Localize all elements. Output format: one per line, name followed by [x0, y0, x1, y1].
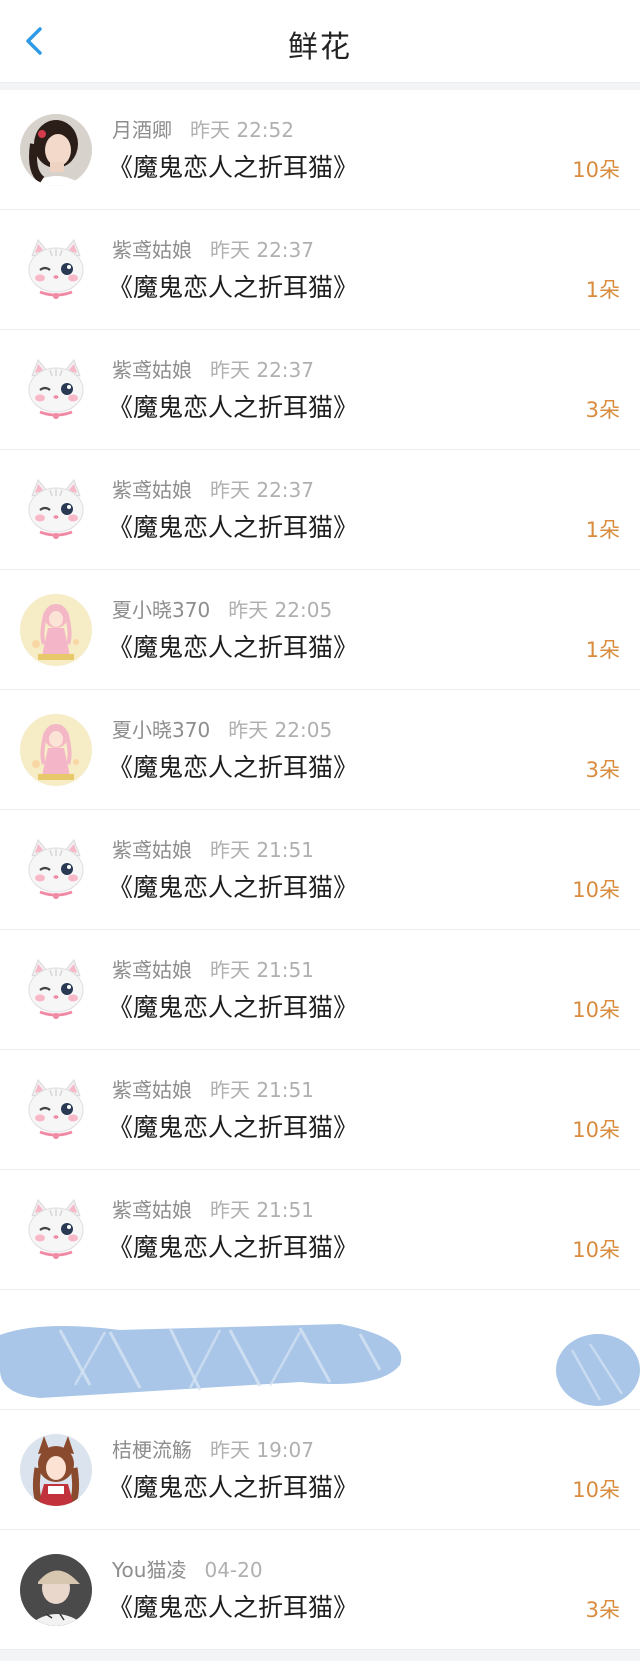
- item-meta: 紫鸢姑娘 昨天 22:37: [112, 474, 314, 503]
- flower-count: 3朵: [585, 758, 620, 782]
- page-title: 鲜花: [288, 30, 352, 65]
- timestamp: 昨天 19:07: [210, 1438, 314, 1462]
- flower-count: 10朵: [572, 158, 620, 182]
- user-name[interactable]: 紫鸢姑娘: [112, 1198, 192, 1222]
- list-item[interactable]: You猫凌 04-20 《魔鬼恋人之折耳猫》 3朵: [0, 1530, 640, 1650]
- list-item[interactable]: 紫鸢姑娘 昨天 22:37 《魔鬼恋人之折耳猫》 1朵: [0, 450, 640, 570]
- redacted-row: [0, 1290, 640, 1410]
- user-name[interactable]: 紫鸢姑娘: [112, 478, 192, 502]
- book-title: 《魔鬼恋人之折耳猫》: [108, 993, 359, 1022]
- avatar[interactable]: [20, 834, 92, 906]
- avatar[interactable]: [20, 1434, 92, 1506]
- user-name[interactable]: 紫鸢姑娘: [112, 1078, 192, 1102]
- item-meta: 紫鸢姑娘 昨天 21:51: [112, 834, 314, 863]
- item-meta: 夏小晓370 昨天 22:05: [112, 594, 332, 623]
- flower-count: 1朵: [585, 278, 620, 302]
- flower-count: 10朵: [572, 998, 620, 1022]
- item-meta: 紫鸢姑娘 昨天 22:37: [112, 354, 314, 383]
- timestamp: 昨天 22:37: [210, 238, 314, 262]
- item-meta: 月酒卿 昨天 22:52: [112, 114, 294, 143]
- book-title: 《魔鬼恋人之折耳猫》: [108, 753, 359, 782]
- avatar[interactable]: [20, 594, 92, 666]
- book-title: 《魔鬼恋人之折耳猫》: [108, 1233, 359, 1262]
- timestamp: 昨天 22:37: [210, 358, 314, 382]
- list-item[interactable]: 紫鸢姑娘 昨天 21:51 《魔鬼恋人之折耳猫》 10朵: [0, 810, 640, 930]
- book-title: 《魔鬼恋人之折耳猫》: [108, 153, 359, 182]
- user-name[interactable]: 紫鸢姑娘: [112, 358, 192, 382]
- list-item[interactable]: 紫鸢姑娘 昨天 21:51 《魔鬼恋人之折耳猫》 10朵: [0, 930, 640, 1050]
- book-title: 《魔鬼恋人之折耳猫》: [108, 873, 359, 902]
- book-title: 《魔鬼恋人之折耳猫》: [108, 513, 359, 542]
- avatar[interactable]: [20, 234, 92, 306]
- avatar[interactable]: [20, 714, 92, 786]
- user-name[interactable]: 紫鸢姑娘: [112, 958, 192, 982]
- list-item[interactable]: 桔梗流觞 昨天 19:07 《魔鬼恋人之折耳猫》 10朵: [0, 1410, 640, 1530]
- avatar[interactable]: [20, 474, 92, 546]
- list-item[interactable]: 月酒卿 昨天 22:52 《魔鬼恋人之折耳猫》 10朵: [0, 90, 640, 210]
- timestamp: 昨天 22:52: [190, 118, 294, 142]
- user-name[interactable]: 紫鸢姑娘: [112, 838, 192, 862]
- list-item[interactable]: 紫鸢姑娘 昨天 22:37 《魔鬼恋人之折耳猫》 3朵: [0, 330, 640, 450]
- book-title: 《魔鬼恋人之折耳猫》: [108, 633, 359, 662]
- user-name[interactable]: 紫鸢姑娘: [112, 238, 192, 262]
- item-meta: 紫鸢姑娘 昨天 21:51: [112, 1074, 314, 1103]
- list-item[interactable]: 夏小晓370 昨天 22:05 《魔鬼恋人之折耳猫》 3朵: [0, 690, 640, 810]
- timestamp: 昨天 22:05: [228, 598, 333, 622]
- item-meta: 紫鸢姑娘 昨天 21:51: [112, 954, 314, 983]
- timestamp: 昨天 21:51: [210, 838, 314, 862]
- flower-count: 10朵: [572, 1118, 620, 1142]
- item-meta: 夏小晓370 昨天 22:05: [112, 714, 332, 743]
- timestamp: 昨天 21:51: [210, 1078, 314, 1102]
- book-title: 《魔鬼恋人之折耳猫》: [108, 273, 359, 302]
- book-title: 《魔鬼恋人之折耳猫》: [108, 1113, 359, 1142]
- user-name[interactable]: 夏小晓370: [112, 718, 210, 742]
- item-meta: 紫鸢姑娘 昨天 22:37: [112, 234, 314, 263]
- user-name[interactable]: You猫凌: [112, 1558, 186, 1582]
- user-name[interactable]: 桔梗流觞: [112, 1438, 192, 1462]
- timestamp: 昨天 22:37: [210, 478, 314, 502]
- list-item[interactable]: 紫鸢姑娘 昨天 22:37 《魔鬼恋人之折耳猫》 1朵: [0, 210, 640, 330]
- avatar[interactable]: [20, 1194, 92, 1266]
- book-title: 《魔鬼恋人之折耳猫》: [108, 1593, 359, 1622]
- timestamp: 昨天 21:51: [210, 958, 314, 982]
- flower-count: 10朵: [572, 878, 620, 902]
- flower-count: 10朵: [572, 1478, 620, 1502]
- top-bar: 鲜花: [0, 0, 640, 83]
- avatar[interactable]: [20, 354, 92, 426]
- timestamp: 昨天 21:51: [210, 1198, 314, 1222]
- timestamp: 04-20: [204, 1558, 263, 1582]
- user-name[interactable]: 夏小晓370: [112, 598, 210, 622]
- avatar[interactable]: [20, 1554, 92, 1626]
- flower-count: 3朵: [585, 1598, 620, 1622]
- flower-gift-list: 月酒卿 昨天 22:52 《魔鬼恋人之折耳猫》 10朵 紫鸢姑娘 昨天 22:37 …: [0, 90, 640, 1650]
- flower-count: 1朵: [585, 518, 620, 542]
- timestamp: 昨天 22:05: [228, 718, 333, 742]
- list-item[interactable]: 紫鸢姑娘 昨天 21:51 《魔鬼恋人之折耳猫》 10朵: [0, 1170, 640, 1290]
- item-meta: 桔梗流觞 昨天 19:07: [112, 1434, 314, 1463]
- item-meta: 紫鸢姑娘 昨天 21:51: [112, 1194, 314, 1223]
- avatar[interactable]: [20, 114, 92, 186]
- avatar[interactable]: [20, 1074, 92, 1146]
- book-title: 《魔鬼恋人之折耳猫》: [108, 393, 359, 422]
- list-item[interactable]: 夏小晓370 昨天 22:05 《魔鬼恋人之折耳猫》 1朵: [0, 570, 640, 690]
- user-name[interactable]: 月酒卿: [112, 118, 172, 142]
- flower-count: 10朵: [572, 1238, 620, 1262]
- flower-count: 3朵: [585, 398, 620, 422]
- book-title: 《魔鬼恋人之折耳猫》: [108, 1473, 359, 1502]
- item-meta: You猫凌 04-20: [112, 1554, 263, 1583]
- redaction-scribble: [0, 1324, 640, 1406]
- avatar[interactable]: [20, 954, 92, 1026]
- flower-count: 1朵: [585, 638, 620, 662]
- list-item[interactable]: 紫鸢姑娘 昨天 21:51 《魔鬼恋人之折耳猫》 10朵: [0, 1050, 640, 1170]
